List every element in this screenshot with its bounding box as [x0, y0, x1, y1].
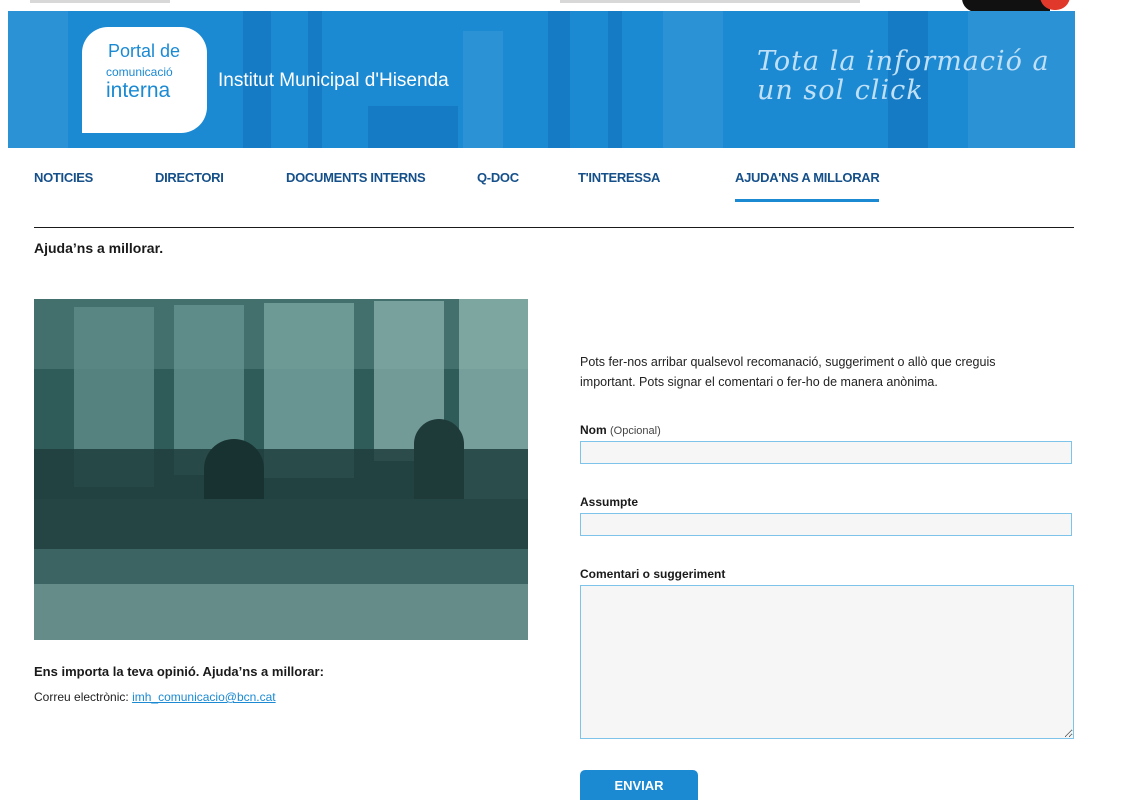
tagline: Tota la informació a un sol click	[757, 46, 1050, 106]
page-title: Ajuda’ns a millorar.	[34, 240, 164, 256]
main-nav: NOTICIES DIRECTORI DOCUMENTS INTERNS Q-D…	[0, 148, 1131, 203]
email-link[interactable]: imh_comunicacio@bcn.cat	[132, 690, 276, 704]
nav-item-documents-interns[interactable]: DOCUMENTS INTERNS	[286, 170, 426, 185]
logo-line-3: interna	[106, 79, 171, 102]
top-strip	[0, 0, 1131, 11]
nav-item-noticies[interactable]: NOTICIES	[34, 170, 93, 185]
nav-item-tinteressa[interactable]: T'INTERESSA	[578, 170, 660, 185]
subject-field[interactable]	[580, 513, 1072, 536]
logo-line-2: comunicació	[106, 65, 173, 79]
org-name: Institut Municipal d'Hisenda	[218, 70, 449, 91]
nav-item-directori[interactable]: DIRECTORI	[155, 170, 224, 185]
office-photo	[34, 299, 528, 640]
nav-item-ajudans-a-millorar[interactable]: AJUDA'NS A MILLORAR	[735, 170, 880, 202]
name-label-text: Nom	[580, 423, 607, 437]
portal-logo[interactable]: Portal de comunicació interna	[82, 27, 207, 133]
nav-divider	[34, 227, 1074, 228]
form-intro: Pots fer-nos arribar qualsevol recomanac…	[580, 355, 996, 389]
email-line: Correu electrònic: imh_comunicacio@bcn.c…	[34, 690, 276, 704]
submit-button[interactable]: ENVIAR	[580, 770, 698, 800]
comment-label: Comentari o suggeriment	[580, 567, 726, 581]
logo-line-1: Portal de	[108, 41, 181, 61]
subject-label: Assumpte	[580, 495, 639, 509]
nav-item-q-doc[interactable]: Q-DOC	[477, 170, 519, 185]
name-optional-note: (Opcional)	[610, 425, 661, 437]
email-label: Correu electrònic:	[34, 690, 129, 704]
name-field[interactable]	[580, 441, 1072, 464]
header-banner: Portal de comunicació interna Institut M…	[8, 11, 1075, 148]
comment-textarea[interactable]	[580, 585, 1074, 739]
name-label: Nom (Opcional)	[580, 423, 661, 437]
opinion-title: Ens importa la teva opinió. Ajuda’ns a m…	[34, 664, 324, 679]
